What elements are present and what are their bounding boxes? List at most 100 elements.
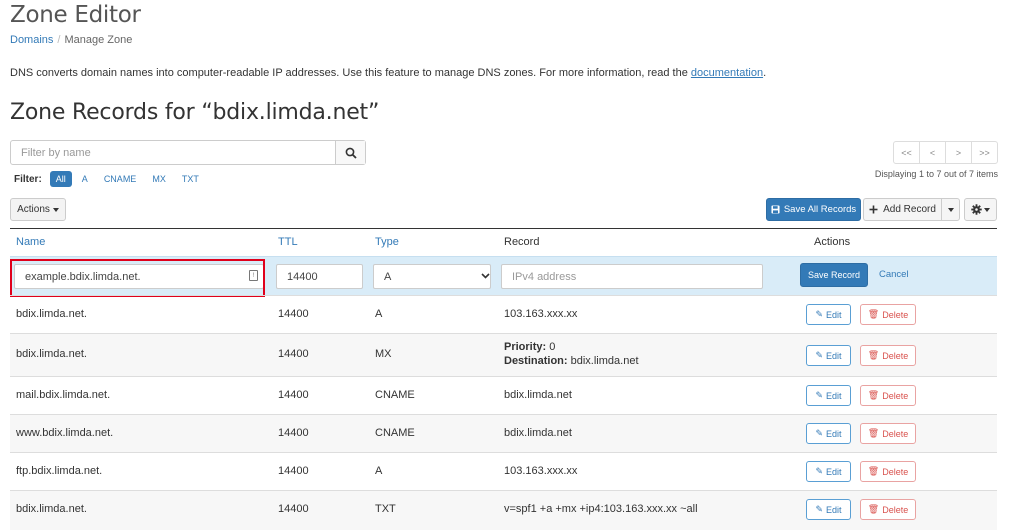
delete-button[interactable]: 🗑 Delete (860, 345, 916, 366)
delete-label: Delete (882, 350, 909, 361)
record-ttl: 14400 (278, 308, 309, 320)
record-type: TXT (375, 503, 396, 515)
display-count: Displaying 1 to 7 out of 7 items (874, 169, 998, 179)
mx-destination-value: bdix.limda.net (570, 355, 639, 367)
delete-button[interactable]: 🗑 Delete (860, 385, 916, 406)
edit-button[interactable]: ✎ Edit (806, 499, 851, 520)
add-record-label: Add Record (883, 204, 936, 215)
save-all-records-button[interactable]: Save All Records (766, 198, 861, 221)
add-record-dropdown-toggle[interactable] (941, 198, 960, 221)
delete-button[interactable]: 🗑 Delete (860, 461, 916, 482)
record-name: bdix.limda.net. (16, 348, 87, 360)
filter-label: Filter: (14, 173, 42, 185)
edit-button[interactable]: ✎ Edit (806, 385, 851, 406)
delete-label: Delete (882, 390, 909, 401)
edit-button[interactable]: ✎ Edit (806, 345, 851, 366)
trash-icon: 🗑 (867, 504, 880, 514)
last-page-button[interactable]: >> (971, 141, 998, 164)
column-header-ttl[interactable]: TTL (278, 236, 298, 248)
mx-priority-value: 0 (549, 341, 556, 353)
save-record-button[interactable]: Save Record (800, 263, 868, 287)
actions-label: Actions (17, 204, 50, 215)
table-row: mail.bdix.limda.net. 14400 CNAME bdix.li… (10, 376, 997, 414)
next-page-button[interactable]: > (945, 141, 972, 164)
filter-chip-cname[interactable]: CNAME (98, 171, 143, 187)
record-ttl: 14400 (278, 465, 309, 477)
filter-by-name-input[interactable] (11, 141, 335, 164)
mx-priority-label: Priority: (504, 341, 547, 353)
prev-page-button[interactable]: < (919, 141, 946, 164)
column-header-type[interactable]: Type (375, 236, 399, 248)
intro-text: DNS converts domain names into computer-… (10, 67, 766, 79)
record-name: mail.bdix.limda.net. (16, 389, 111, 401)
first-page-button[interactable]: << (893, 141, 920, 164)
type-filter: Filter: All A CNAME MX TXT (14, 171, 205, 187)
plus-icon (869, 205, 878, 214)
filter-search-box (10, 140, 366, 165)
trash-icon: 🗑 (867, 309, 880, 319)
pencil-icon: ✎ (815, 428, 824, 438)
gear-icon (971, 204, 982, 215)
zone-records-title: Zone Records for “bdix.limda.net” (10, 100, 380, 125)
record-ttl: 14400 (278, 503, 309, 515)
table-row: ftp.bdix.limda.net. 14400 A 103.163.xxx.… (10, 452, 997, 490)
delete-button[interactable]: 🗑 Delete (860, 499, 916, 520)
delete-button[interactable]: 🗑 Delete (860, 423, 916, 444)
pencil-icon: ✎ (815, 390, 824, 400)
breadcrumb-domains-link[interactable]: Domains (10, 34, 53, 46)
record-ttl: 14400 (278, 348, 309, 360)
page-title: Zone Editor (10, 2, 141, 28)
save-all-label: Save All Records (783, 204, 857, 215)
filter-chip-mx[interactable]: MX (146, 171, 172, 187)
mx-destination-label: Destination: (504, 355, 568, 367)
documentation-link[interactable]: documentation (691, 67, 763, 79)
pencil-icon: ✎ (815, 504, 824, 514)
trash-icon: 🗑 (867, 390, 880, 400)
mx-destination: Destination: bdix.limda.net (504, 354, 639, 368)
delete-button[interactable]: 🗑 Delete (860, 304, 916, 325)
table-row: bdix.limda.net. 14400 MX Priority: 0 Des… (10, 333, 997, 376)
actions-dropdown-button[interactable]: Actions (10, 198, 66, 221)
search-button[interactable] (335, 141, 365, 164)
record-type: A (375, 465, 383, 477)
record-value: bdix.limda.net (504, 389, 572, 401)
cancel-link[interactable]: Cancel (879, 269, 909, 280)
record-value: 103.163.xxx.xx (504, 465, 578, 477)
record-type: A (375, 308, 383, 320)
edit-button[interactable]: ✎ Edit (806, 461, 851, 482)
record-name: www.bdix.limda.net. (16, 427, 114, 439)
delete-label: Delete (882, 309, 909, 320)
settings-dropdown-button[interactable] (964, 198, 997, 221)
record-type-value: A (384, 271, 392, 283)
filter-chip-a[interactable]: A (76, 171, 94, 187)
table-row: bdix.limda.net. 14400 A 103.163.xxx.xx ✎… (10, 295, 997, 333)
chevron-down-icon (481, 273, 490, 279)
column-header-actions: Actions (814, 236, 851, 248)
filter-chip-all[interactable]: All (49, 171, 72, 187)
column-header-name[interactable]: Name (16, 236, 45, 248)
edit-label: Edit (826, 504, 842, 515)
record-value: Priority: 0 Destination: bdix.limda.net (504, 340, 639, 368)
record-ttl-input[interactable] (276, 264, 363, 289)
caret-down-icon (52, 207, 59, 212)
edit-button[interactable]: ✎ Edit (806, 423, 851, 444)
record-type-select[interactable]: A (373, 264, 491, 289)
add-record-button[interactable]: Add Record (863, 198, 941, 221)
mx-priority: Priority: 0 (504, 340, 639, 354)
filter-chip-txt[interactable]: TXT (176, 171, 205, 187)
edit-label: Edit (826, 390, 842, 401)
record-value-input[interactable] (501, 264, 763, 289)
caret-down-icon (984, 207, 990, 212)
record-name: ftp.bdix.limda.net. (16, 465, 103, 477)
record-name: bdix.limda.net. (16, 308, 87, 320)
intro-tail: . (763, 67, 767, 79)
delete-label: Delete (882, 504, 909, 515)
table-header: Name TTL Type Record Actions (10, 229, 997, 255)
record-ttl: 14400 (278, 427, 309, 439)
trash-icon: 🗑 (867, 466, 880, 476)
caret-down-icon (947, 207, 954, 212)
edit-label: Edit (826, 309, 842, 320)
edit-button[interactable]: ✎ Edit (806, 304, 851, 325)
delete-label: Delete (882, 466, 909, 477)
edit-label: Edit (826, 428, 842, 439)
